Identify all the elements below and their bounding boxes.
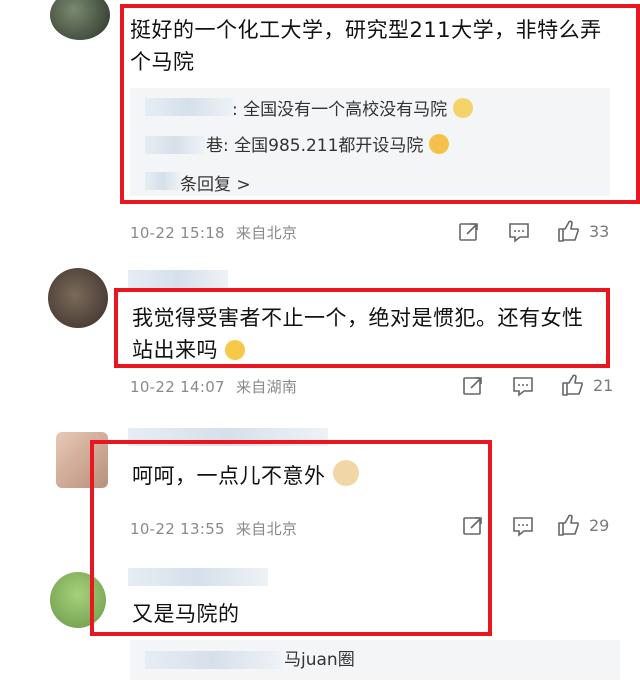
- comment-text: 呵呵，一点儿不意外: [132, 460, 359, 492]
- author-blur: [128, 428, 328, 446]
- comment-meta: 10-22 13:55 来自北京: [130, 518, 297, 539]
- like-count: 33: [589, 222, 610, 241]
- more-replies-link[interactable]: 条回复 >: [180, 170, 251, 195]
- location: 来自湖南: [235, 378, 298, 396]
- reply-text: : 全国没有一个高校没有马院: [232, 98, 473, 122]
- emoji-icon: [225, 340, 246, 360]
- avatar[interactable]: [50, 0, 110, 40]
- comment-text: 我觉得受害者不止一个，绝对是惯犯。还有女性站出来吗: [132, 306, 584, 362]
- reply-author-blur: [145, 651, 281, 669]
- comment-text: 挺好的一个化工大学，研究型211大学，非特么弄个马院: [130, 18, 602, 74]
- like-count: 21: [593, 376, 614, 395]
- more-replies-blur: [145, 172, 181, 190]
- comment-icon[interactable]: [512, 515, 534, 537]
- avatar[interactable]: [48, 268, 108, 328]
- reply-text: 马juan圈: [284, 650, 355, 670]
- comment-icon[interactable]: [508, 221, 530, 243]
- emoji-icon: [428, 134, 449, 154]
- reply-author-blur: [145, 136, 205, 154]
- avatar[interactable]: [50, 572, 106, 628]
- timestamp: 10-22 14:07: [130, 378, 225, 396]
- emoji-icon: [452, 98, 473, 118]
- reply-text: 巷: 全国985.211都开设马院: [206, 134, 449, 158]
- comment-meta: 10-22 15:18 来自北京: [130, 222, 297, 243]
- location: 来自北京: [235, 520, 298, 538]
- timestamp: 10-22 13:55: [130, 520, 225, 538]
- comment-text: 又是马院的: [132, 602, 240, 626]
- like-icon[interactable]: [557, 513, 581, 537]
- emoji-icon: [332, 460, 359, 486]
- comment-icon[interactable]: [512, 375, 534, 397]
- timestamp: 10-22 15:18: [130, 224, 225, 242]
- like-count: 29: [589, 516, 610, 535]
- reply-author-blur: [145, 98, 233, 116]
- location: 来自北京: [235, 224, 298, 242]
- share-icon[interactable]: [458, 221, 480, 243]
- share-icon[interactable]: [462, 515, 484, 537]
- share-icon[interactable]: [462, 375, 484, 397]
- avatar[interactable]: [56, 432, 108, 488]
- like-icon[interactable]: [557, 219, 581, 243]
- author-blur: [128, 270, 228, 288]
- like-icon[interactable]: [561, 373, 585, 397]
- comment-meta: 10-22 14:07 来自湖南: [130, 376, 297, 397]
- author-blur: [128, 568, 268, 586]
